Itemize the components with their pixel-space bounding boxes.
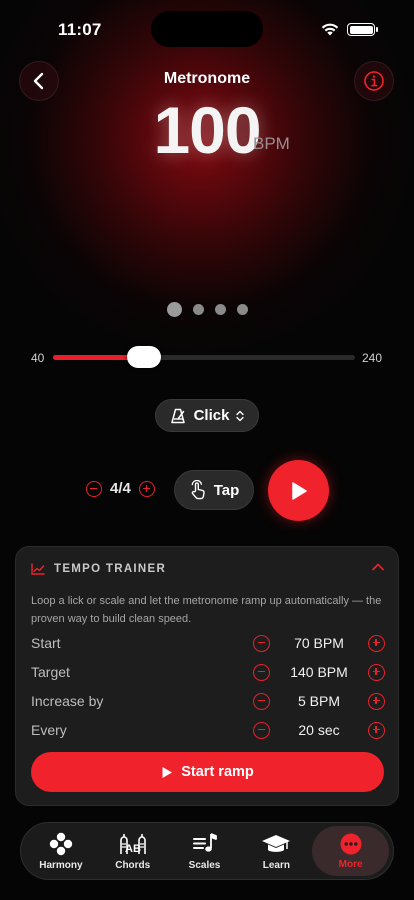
tempo-trainer-title: TEMPO TRAINER bbox=[54, 563, 167, 575]
trainer-row-stepper: 20 sec bbox=[253, 721, 385, 739]
tab-more-label: More bbox=[338, 858, 363, 870]
page-title: Metronome bbox=[163, 70, 251, 87]
tab-more[interactable]: More bbox=[312, 826, 389, 876]
tempo-value: 100 bbox=[153, 93, 261, 167]
trainer-row-label: Every bbox=[31, 722, 67, 738]
trainer-row-value: 20 sec bbox=[298, 722, 340, 738]
page-dot[interactable] bbox=[214, 304, 226, 315]
tab-learn-label: Learn bbox=[262, 859, 290, 871]
chevron-updown-icon bbox=[236, 410, 245, 421]
status-bar: 11:07 bbox=[0, 0, 414, 54]
trainer-row: Increase by 5 BPM bbox=[31, 690, 385, 712]
harmony-icon bbox=[49, 832, 73, 855]
svg-text:AB: AB bbox=[125, 843, 141, 855]
trainer-row: Start 70 BPM bbox=[31, 632, 385, 654]
metronome-icon bbox=[170, 408, 185, 423]
decrement-button[interactable] bbox=[253, 721, 270, 739]
tap-label: Tap bbox=[213, 481, 240, 499]
tab-chords[interactable]: AB Chords bbox=[97, 826, 169, 876]
time-signature-value: 4/4 bbox=[110, 480, 131, 497]
tab-learn[interactable]: Learn bbox=[240, 826, 312, 876]
trainer-row-stepper: 140 BPM bbox=[253, 663, 385, 681]
sound-label: Click bbox=[193, 407, 230, 424]
page-indicator[interactable] bbox=[0, 302, 414, 317]
play-button[interactable] bbox=[268, 460, 329, 521]
tab-harmony[interactable]: Harmony bbox=[25, 826, 97, 876]
tempo-unit: BPM bbox=[253, 134, 290, 153]
play-icon bbox=[291, 481, 307, 500]
tempo-display: 100 BPM bbox=[0, 92, 414, 168]
page-dot[interactable] bbox=[192, 304, 204, 315]
scales-icon bbox=[192, 832, 217, 852]
page-dot[interactable] bbox=[236, 304, 248, 315]
play-icon bbox=[162, 766, 173, 778]
tempo-trainer-card: TEMPO TRAINER Loop a lick or scale and l… bbox=[15, 546, 399, 806]
metronome-screen: 11:07 Metronome 100 BPM 40 240 Click 4/4… bbox=[0, 0, 414, 900]
learn-icon bbox=[262, 834, 291, 852]
trainer-row-value: 140 BPM bbox=[290, 664, 348, 680]
trainer-row: Target 140 BPM bbox=[31, 661, 385, 683]
chords-icon: AB bbox=[119, 833, 146, 855]
trainer-row-label: Start bbox=[31, 635, 61, 651]
slider-thumb[interactable] bbox=[127, 346, 161, 368]
decrement-button[interactable] bbox=[253, 663, 270, 681]
slider-max-label: 240 bbox=[362, 351, 383, 365]
battery-icon bbox=[347, 23, 378, 36]
start-ramp-label: Start ramp bbox=[181, 764, 254, 780]
trend-chart-icon bbox=[31, 563, 45, 575]
slider-min-label: 40 bbox=[31, 351, 45, 365]
trainer-row-label: Target bbox=[31, 664, 70, 680]
trainer-row-stepper: 5 BPM bbox=[253, 692, 385, 710]
collapse-chevron-icon[interactable] bbox=[372, 563, 384, 571]
decrement-button[interactable] bbox=[253, 692, 270, 710]
trainer-row-value: 70 BPM bbox=[294, 635, 344, 651]
time-signature-decrement-button[interactable] bbox=[86, 480, 102, 497]
tab-scales[interactable]: Scales bbox=[169, 826, 241, 876]
increment-button[interactable] bbox=[368, 663, 385, 681]
start-ramp-button[interactable]: Start ramp bbox=[31, 752, 384, 792]
increment-button[interactable] bbox=[368, 692, 385, 710]
info-icon bbox=[364, 71, 384, 91]
trainer-row-stepper: 70 BPM bbox=[253, 634, 385, 652]
page-dot[interactable] bbox=[166, 302, 182, 317]
tab-bar: Harmony AB Chords Scales Learn More bbox=[20, 822, 394, 880]
increment-button[interactable] bbox=[368, 634, 385, 652]
time-signature-control: 4/4 bbox=[86, 480, 155, 497]
tempo-trainer-description: Loop a lick or scale and let the metrono… bbox=[31, 595, 382, 625]
decrement-button[interactable] bbox=[253, 634, 270, 652]
tap-hand-icon bbox=[191, 480, 205, 500]
tab-scales-label: Scales bbox=[188, 859, 221, 871]
tempo-slider[interactable] bbox=[53, 346, 355, 368]
tap-tempo-button[interactable]: Tap bbox=[174, 470, 254, 510]
trainer-row-label: Increase by bbox=[31, 693, 104, 709]
increment-button[interactable] bbox=[368, 721, 385, 739]
tab-harmony-label: Harmony bbox=[39, 859, 83, 871]
status-time: 11:07 bbox=[58, 20, 102, 39]
dynamic-island bbox=[151, 11, 263, 47]
time-signature-increment-button[interactable] bbox=[138, 480, 155, 497]
more-icon bbox=[340, 833, 362, 854]
trainer-row-value: 5 BPM bbox=[297, 693, 340, 709]
trainer-row: Every 20 sec bbox=[31, 719, 385, 741]
wifi-icon bbox=[321, 23, 339, 36]
sound-picker-button[interactable]: Click bbox=[155, 399, 259, 432]
tempo-trainer-header: TEMPO TRAINER bbox=[31, 563, 166, 575]
tab-chords-label: Chords bbox=[115, 859, 151, 871]
